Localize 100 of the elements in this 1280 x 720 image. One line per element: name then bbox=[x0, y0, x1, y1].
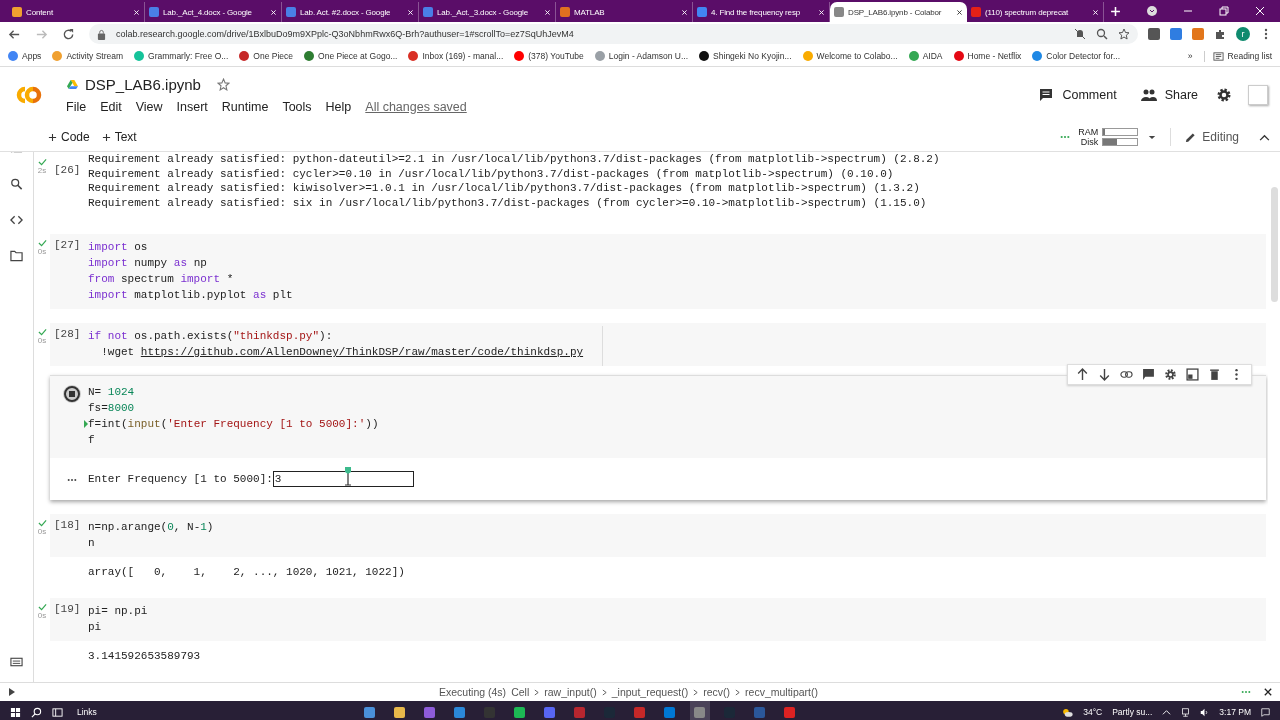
call-stack-item[interactable]: raw_input() bbox=[544, 686, 597, 698]
stop-icon[interactable] bbox=[62, 384, 82, 405]
call-stack-item[interactable]: _input_request() bbox=[611, 686, 689, 698]
down-arrow-icon[interactable] bbox=[1098, 368, 1111, 382]
comment-icon bbox=[1038, 88, 1055, 102]
call-stack-item[interactable]: recv_multipart() bbox=[745, 686, 818, 698]
call-stack-item[interactable]: Cell bbox=[511, 686, 530, 698]
search-icon[interactable] bbox=[10, 178, 23, 190]
search-icon[interactable] bbox=[31, 706, 42, 718]
editing-mode-button[interactable]: Editing bbox=[1185, 130, 1239, 144]
expand-icon[interactable] bbox=[8, 688, 16, 696]
browser-tab[interactable]: Content bbox=[8, 2, 145, 22]
code-line: f bbox=[88, 433, 96, 449]
clock[interactable]: 3:17 PM bbox=[1219, 707, 1251, 717]
browser-tab[interactable]: DSP_LAB6.ipynb - Colabor bbox=[830, 2, 967, 22]
star-icon[interactable] bbox=[1118, 28, 1130, 40]
plus-icon bbox=[101, 132, 111, 142]
extension-icon[interactable] bbox=[1148, 28, 1160, 40]
windows-logo-icon[interactable] bbox=[10, 706, 21, 718]
caret-icon[interactable] bbox=[1148, 134, 1157, 140]
close-icon[interactable] bbox=[956, 8, 963, 16]
bookmark[interactable]: Inbox (169) - manal... bbox=[408, 51, 504, 61]
menu-item[interactable]: Tools bbox=[282, 100, 312, 114]
resources-meter[interactable]: RAM Disk bbox=[1078, 127, 1139, 147]
comment-icon[interactable] bbox=[1142, 368, 1155, 382]
bookmark[interactable]: Apps bbox=[8, 51, 42, 61]
bookmark[interactable]: (378) YouTube bbox=[514, 51, 584, 61]
add-code-button[interactable]: Code bbox=[48, 130, 90, 144]
scrollbar-thumb[interactable] bbox=[1271, 187, 1278, 302]
menu-item[interactable]: Runtime bbox=[221, 100, 269, 114]
close-icon[interactable] bbox=[1264, 688, 1272, 696]
browser-tab[interactable]: Lab._Act_4.docx - Google bbox=[145, 2, 282, 22]
code-cell[interactable]: [28] if not os.path.exists("thinkdsp.py"): !wget https://github.com/AllenDowney/ThinkDSP/raw/master/code/thinkdsp.py bbox=[50, 323, 1266, 367]
run-time: 2s bbox=[37, 166, 47, 175]
code-cell[interactable]: [27] import os import numpy as np from spectrum import * import matplotlib.pyplot as plt bbox=[50, 234, 1266, 310]
taskbar-app-icon[interactable] bbox=[689, 701, 710, 720]
bookmark[interactable]: Shingeki No Kyojin... bbox=[699, 51, 792, 61]
more-bookmarks[interactable]: » bbox=[1187, 51, 1193, 61]
add-text-button[interactable]: Text bbox=[101, 130, 137, 144]
address-field[interactable]: colab.research.google.com/drive/1BxlbuDo9m9XPplc-Q3oNbhmRwx6Q-Brh?authuser=1#scrollTo=ez7SqUhJevM4 bbox=[89, 24, 1138, 44]
speaker-icon[interactable] bbox=[1200, 707, 1210, 717]
save-status-link[interactable]: All changes saved bbox=[365, 100, 467, 114]
keyboard-icon[interactable] bbox=[10, 656, 23, 668]
execution-count: [28] bbox=[53, 328, 82, 343]
bookmark-icon bbox=[304, 51, 315, 61]
links-toolbar[interactable]: Links bbox=[77, 707, 97, 717]
menu-item[interactable]: Help bbox=[325, 100, 352, 114]
task-view-icon[interactable] bbox=[52, 706, 63, 718]
header-button[interactable]: Share bbox=[1140, 88, 1198, 102]
profile-avatar[interactable]: r bbox=[1236, 27, 1250, 41]
zoom-icon[interactable] bbox=[1096, 28, 1108, 40]
bookmark[interactable]: Login - Adamson U... bbox=[594, 51, 689, 61]
reload-icon[interactable] bbox=[62, 27, 75, 41]
browser-tab[interactable]: (110) spectrum deprecat bbox=[967, 2, 1104, 22]
code-cell[interactable]: [18] n=np.arange(0, N-1) n bbox=[50, 514, 1266, 558]
call-stack-item[interactable]: recv() bbox=[703, 686, 731, 698]
network-icon[interactable] bbox=[1181, 707, 1191, 717]
new-tab-icon[interactable] bbox=[1110, 6, 1121, 17]
bookmark[interactable]: Home - Netflix bbox=[953, 51, 1022, 61]
chevron-up-icon[interactable] bbox=[1162, 707, 1172, 717]
bookmark[interactable]: Activity Stream bbox=[52, 51, 124, 61]
trash-icon[interactable] bbox=[1208, 368, 1221, 382]
bookmark[interactable]: Color Detector for... bbox=[1032, 51, 1121, 61]
drive-icon[interactable] bbox=[66, 79, 79, 90]
input-field[interactable]: 3 bbox=[272, 471, 414, 488]
menu-item[interactable]: View bbox=[135, 100, 163, 114]
browser-tab[interactable]: Lab. Act. #2.docx - Google bbox=[282, 2, 419, 22]
bookmark[interactable]: AIDA bbox=[908, 51, 943, 61]
settings-icon[interactable] bbox=[1216, 87, 1232, 103]
reading-list[interactable]: Reading list bbox=[1203, 50, 1272, 62]
puzzle-icon[interactable] bbox=[1214, 28, 1226, 40]
bookmark-icon bbox=[8, 51, 18, 61]
menu-item[interactable]: Edit bbox=[100, 100, 122, 114]
header-button[interactable]: Comment bbox=[1038, 88, 1117, 102]
code-icon[interactable] bbox=[10, 214, 23, 226]
notification-icon[interactable] bbox=[1261, 707, 1270, 717]
tab-search-icon[interactable] bbox=[1146, 5, 1158, 17]
code-cell[interactable]: [19] pi= np.pi pi bbox=[50, 597, 1266, 641]
folder-icon[interactable] bbox=[10, 250, 23, 262]
menu-item[interactable]: Insert bbox=[176, 100, 208, 114]
bookmark[interactable]: Grammarly: Free O... bbox=[134, 51, 229, 61]
star-icon[interactable] bbox=[216, 78, 230, 91]
extension-icon[interactable] bbox=[1170, 28, 1182, 40]
bookmark[interactable]: One Piece at Gogo... bbox=[304, 51, 398, 61]
favicon-icon bbox=[286, 7, 296, 17]
muted-bell-icon[interactable] bbox=[1074, 28, 1086, 40]
menu-item[interactable]: File bbox=[66, 100, 87, 114]
browser-tab[interactable]: MATLAB bbox=[556, 2, 693, 22]
up-arrow-icon[interactable] bbox=[1076, 368, 1089, 382]
browser-tab[interactable]: Lab._Act._3.docx - Google bbox=[419, 2, 556, 22]
browser-tab[interactable]: 4. Find the frequency resp bbox=[693, 2, 830, 22]
notebook-title[interactable]: DSP_LAB6.ipynb bbox=[85, 76, 201, 93]
bookmark[interactable]: Welcome to Colabo... bbox=[802, 51, 898, 61]
restore-icon[interactable] bbox=[1218, 5, 1230, 17]
mirror-icon[interactable] bbox=[1186, 368, 1199, 382]
output-menu-icon[interactable] bbox=[67, 478, 77, 483]
check-icon bbox=[37, 239, 47, 248]
collapse-icon[interactable] bbox=[1259, 133, 1270, 141]
settings-icon[interactable] bbox=[1164, 368, 1177, 382]
bookmark[interactable]: One Piece bbox=[239, 51, 294, 61]
